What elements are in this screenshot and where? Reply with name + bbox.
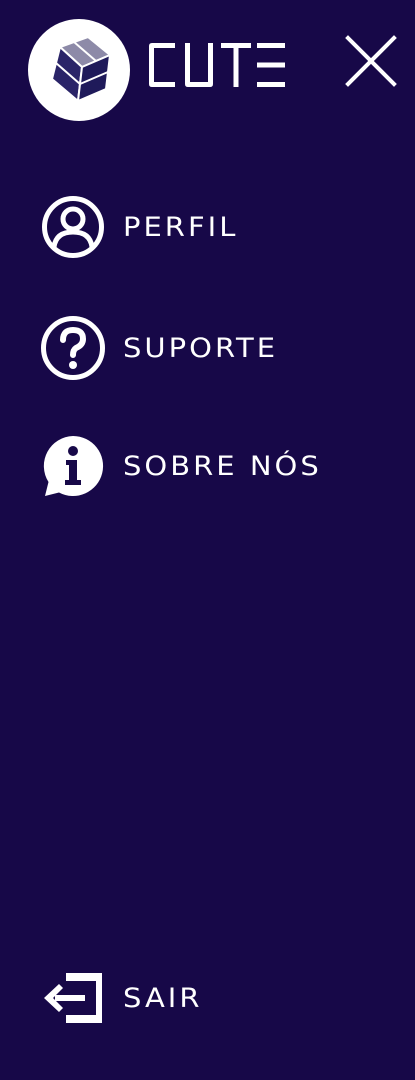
cube-icon [50,35,112,103]
menu-item-label: PERFIL [123,211,239,243]
brand-logotype: CUTE [147,40,287,90]
side-menu-drawer: CUTE PERFIL [0,0,415,1080]
menu-item-sobre-nos[interactable]: SOBRE NÓS [38,431,322,501]
logout-icon [44,973,102,1023]
app-logo [28,19,130,121]
logout-button[interactable]: SAIR [38,963,203,1033]
info-bubble-icon [43,435,104,496]
menu-item-perfil[interactable]: PERFIL [38,192,238,262]
menu-item-label: SOBRE NÓS [123,450,322,482]
menu-item-label: SUPORTE [123,332,279,364]
close-menu-button[interactable] [343,33,399,89]
logout-label: SAIR [123,982,203,1014]
user-circle-icon [42,196,104,258]
menu-item-suporte[interactable]: SUPORTE [38,313,278,383]
question-circle-icon [41,316,105,380]
close-icon [345,35,397,87]
